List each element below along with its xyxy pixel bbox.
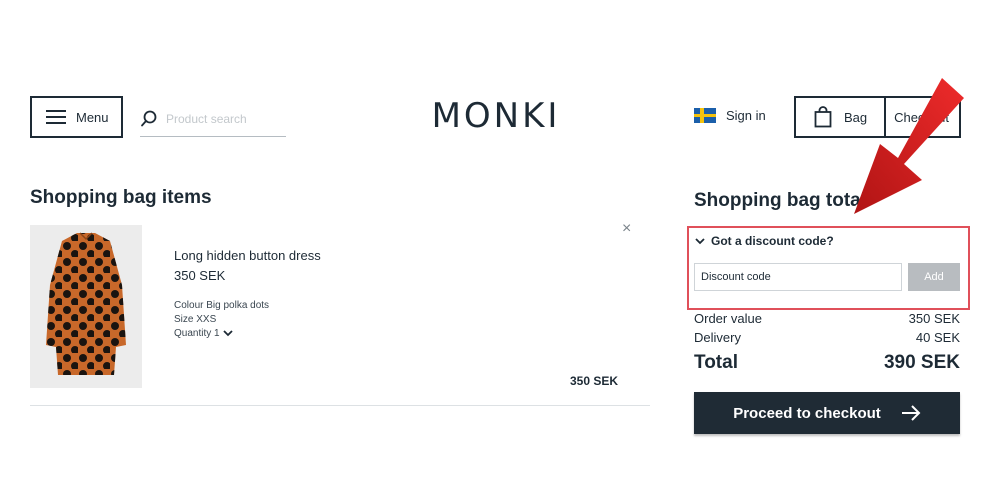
bag-label: Bag — [844, 109, 868, 125]
items-divider — [30, 405, 650, 406]
discount-toggle-label: Got a discount code? — [711, 234, 834, 248]
remove-item-icon[interactable]: × — [622, 220, 631, 238]
menu-label: Menu — [76, 109, 109, 125]
order-value-row: Order value 350 SEK — [694, 311, 960, 326]
search-input[interactable] — [166, 112, 276, 126]
menu-button[interactable]: Menu — [30, 96, 123, 138]
quantity-selector[interactable]: Quantity 1 — [174, 328, 233, 339]
hamburger-icon — [46, 110, 66, 124]
sweden-flag-icon — [694, 108, 716, 123]
arrow-right-icon — [901, 405, 921, 421]
delivery-amount: 40 SEK — [915, 330, 960, 345]
logo[interactable]: MONKI — [425, 96, 567, 136]
chevron-down-icon — [695, 237, 705, 244]
sign-in-link[interactable]: Sign in — [694, 108, 766, 123]
chevron-down-icon — [222, 330, 233, 337]
total-label: Total — [694, 352, 738, 373]
sign-in-label: Sign in — [726, 108, 766, 123]
summary-section-title: Shopping bag total — [694, 190, 867, 211]
product-size: Size XXS — [174, 314, 217, 325]
product-colour: Colour Big polka dots — [174, 300, 270, 311]
delivery-row: Delivery 40 SEK — [694, 330, 960, 345]
product-search[interactable] — [140, 102, 286, 137]
discount-code-input[interactable] — [694, 263, 902, 291]
discount-toggle[interactable]: Got a discount code? — [695, 234, 834, 248]
delivery-label: Delivery — [694, 330, 741, 345]
total-row: Total 390 SEK — [694, 352, 960, 374]
proceed-label: Proceed to checkout — [733, 404, 881, 422]
order-value-label: Order value — [694, 311, 762, 326]
add-discount-button[interactable]: Add — [908, 263, 960, 291]
total-amount: 390 SEK — [883, 352, 960, 373]
product-name[interactable]: Long hidden button dress — [174, 248, 321, 263]
proceed-to-checkout-button[interactable]: Proceed to checkout — [694, 392, 960, 434]
header-checkout-button[interactable]: Checkout — [884, 96, 961, 138]
order-value-amount: 350 SEK — [908, 311, 960, 326]
product-image[interactable] — [30, 225, 142, 388]
search-icon — [141, 110, 157, 127]
shopping-bag-icon — [814, 106, 832, 128]
quantity-label: Quantity 1 — [174, 328, 220, 339]
dress-image — [46, 232, 126, 375]
product-price: 350 SEK — [174, 268, 226, 283]
line-total: 350 SEK — [570, 374, 619, 388]
items-section-title: Shopping bag items — [30, 187, 212, 208]
checkout-label: Checkout — [894, 109, 949, 125]
bag-button[interactable]: Bag — [794, 96, 886, 138]
